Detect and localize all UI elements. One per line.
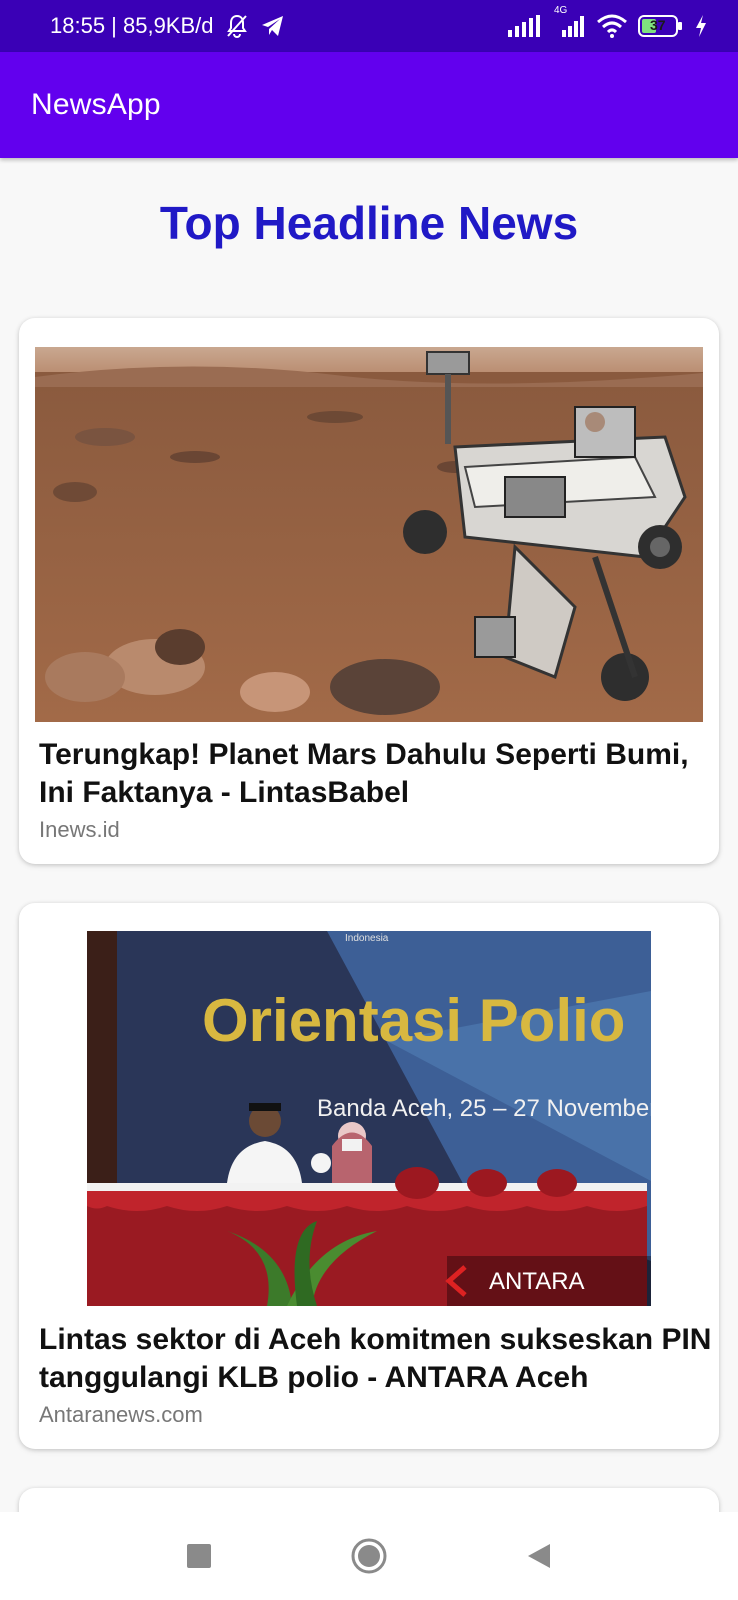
telegram-icon xyxy=(260,14,286,38)
banner-small-text: Indonesia xyxy=(345,933,389,944)
battery-icon: 37 xyxy=(638,14,684,38)
news-card[interactable]: Terungkap! Planet Mars Dahulu Seperti Bu… xyxy=(19,318,719,864)
article-title-line: Terungkap! Planet Mars Dahulu Seperti Bu… xyxy=(39,738,689,771)
article-source: Antaranews.com xyxy=(39,1402,203,1427)
app-title: NewsApp xyxy=(31,88,161,121)
battery-level: 37 xyxy=(650,17,666,33)
banner-title-text: Orientasi Polio xyxy=(202,987,625,1054)
article-title: Terungkap! Planet Mars Dahulu Seperti Bu… xyxy=(39,736,719,812)
home-icon[interactable] xyxy=(349,1536,389,1576)
signal-icon xyxy=(508,15,542,37)
status-left: 18:55 | 85,9KB/d xyxy=(50,13,286,39)
article-title-line: Lintas sektor di Aceh komitmen sukseskan… xyxy=(39,1323,712,1356)
back-icon[interactable] xyxy=(519,1536,559,1576)
app-bar: NewsApp xyxy=(0,52,738,158)
wifi-icon xyxy=(596,14,628,38)
page-heading: Top Headline News xyxy=(159,197,579,249)
status-right: 4G 37 xyxy=(508,5,708,38)
article-title-line: Ini Faktanya - LintasBabel xyxy=(39,776,410,809)
app-screen: 18:55 | 85,9KB/d 4G 37 NewsApp Top Headl… xyxy=(0,0,738,1600)
status-bar: 18:55 | 85,9KB/d 4G 37 xyxy=(0,0,738,52)
system-nav-bar xyxy=(0,1512,738,1600)
network-label: 4G xyxy=(554,5,568,16)
article-title-line: tanggulangi KLB polio - ANTARA Aceh xyxy=(39,1361,589,1394)
charging-icon xyxy=(694,14,708,38)
status-time: 18:55 | 85,9KB/d xyxy=(50,13,214,38)
signal-4g-icon: 4G xyxy=(552,5,586,37)
polio-event-image: Indonesia Orientasi Polio Banda Aceh, 25… xyxy=(87,931,651,1306)
bell-off-icon xyxy=(224,13,250,39)
banner-subtitle-text: Banda Aceh, 25 – 27 November 2 xyxy=(317,1095,651,1122)
news-card[interactable]: Indonesia Orientasi Polio Banda Aceh, 25… xyxy=(19,903,719,1449)
recent-apps-icon[interactable] xyxy=(179,1536,219,1576)
article-title: Lintas sektor di Aceh komitmen sukseskan… xyxy=(39,1321,719,1397)
watermark-text: ANTARA xyxy=(489,1268,585,1295)
mars-rover-image xyxy=(35,347,703,722)
article-source: Inews.id xyxy=(39,817,120,842)
